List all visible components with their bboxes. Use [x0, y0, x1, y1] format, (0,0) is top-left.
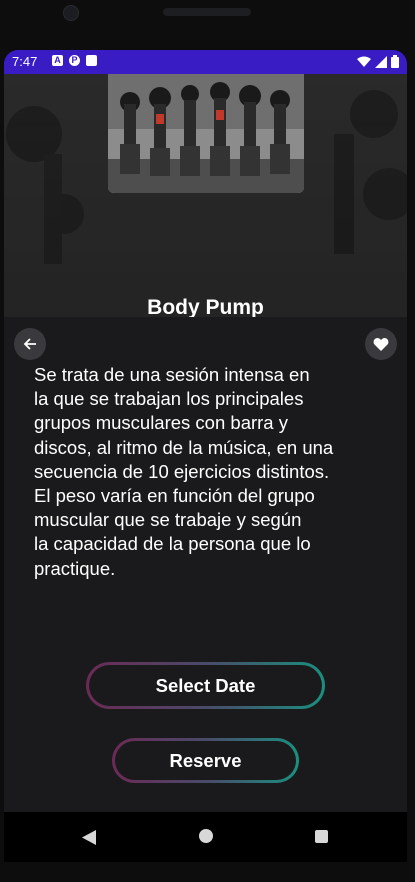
android-navigation-bar: [4, 812, 407, 862]
heart-icon: [373, 337, 389, 351]
class-photo: [108, 74, 304, 193]
sim-card-icon: [86, 55, 97, 66]
p-notification-icon: P: [69, 55, 80, 66]
select-date-button[interactable]: Select Date: [86, 662, 325, 709]
status-time: 7:47: [12, 54, 38, 69]
class-description: Se trata de una sesión intensa en la que…: [34, 364, 334, 579]
nav-home-icon[interactable]: [199, 829, 213, 843]
status-bar: 7:47 A P: [4, 50, 407, 74]
signal-icon: [375, 55, 387, 68]
status-system-icons: [357, 55, 399, 68]
nav-recents-icon[interactable]: [315, 830, 328, 843]
status-notification-icons: A P: [52, 55, 97, 66]
app-screen: 7:47 A P Body Pump Se trata de una sesió…: [4, 50, 407, 862]
a-notification-icon: A: [52, 55, 63, 66]
earpiece-speaker: [163, 8, 251, 16]
battery-icon: [391, 55, 399, 68]
favorite-button[interactable]: [365, 328, 397, 360]
wifi-icon: [357, 56, 371, 67]
select-date-label: Select Date: [89, 665, 322, 706]
phone-device: 7:47 A P Body Pump Se trata de una sesió…: [0, 0, 415, 882]
reserve-label: Reserve: [115, 741, 296, 780]
back-button[interactable]: [14, 328, 46, 360]
front-camera: [63, 5, 79, 21]
reserve-button[interactable]: Reserve: [112, 738, 299, 783]
arrow-left-icon: [23, 338, 36, 350]
nav-back-icon[interactable]: [82, 830, 96, 845]
class-hero: Body Pump: [4, 74, 407, 317]
class-title: Body Pump: [147, 296, 264, 317]
